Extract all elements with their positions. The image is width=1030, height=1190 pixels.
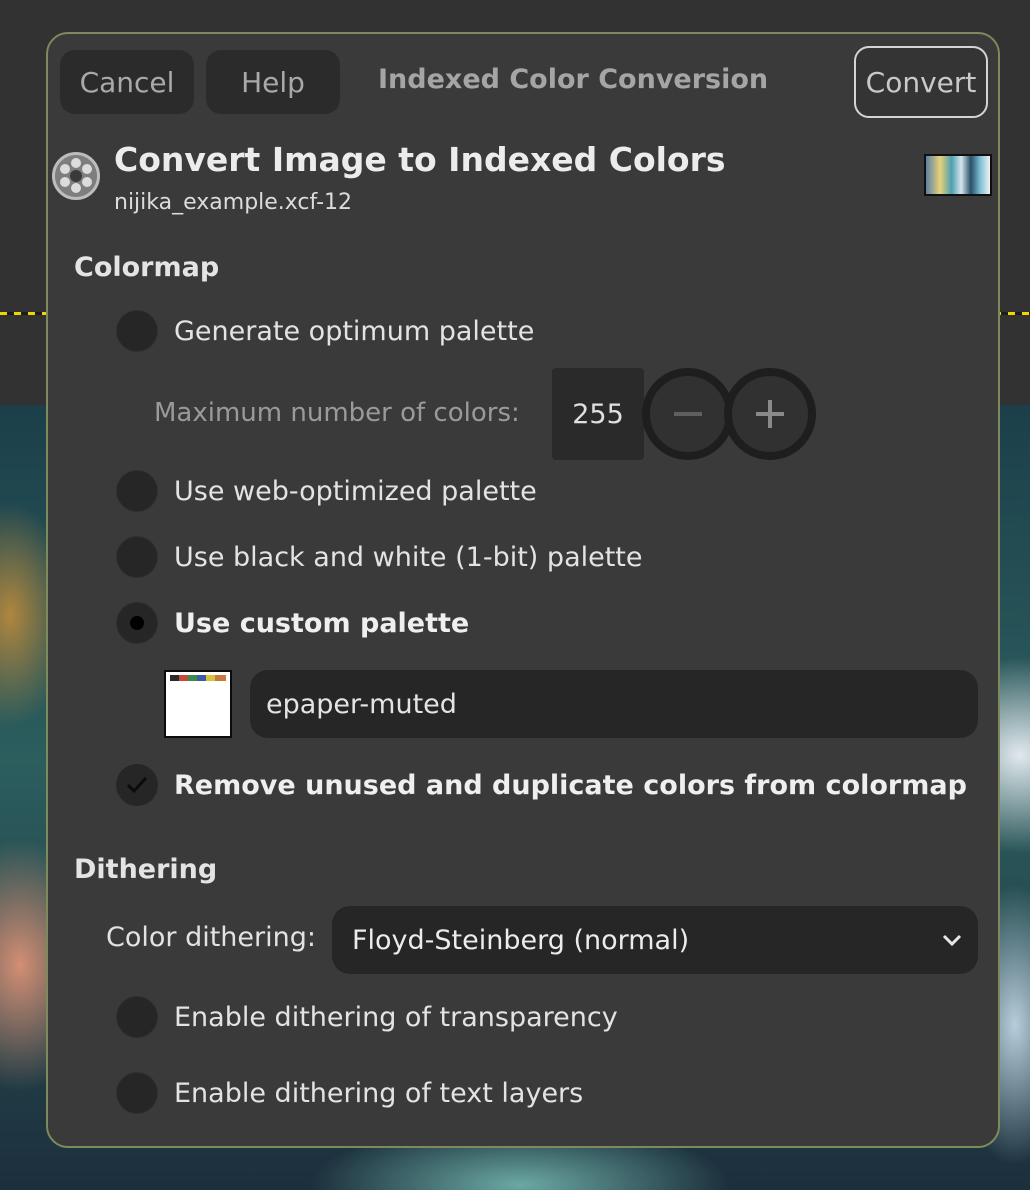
checkbox-label: Remove unused and duplicate colors from … [174, 769, 967, 801]
radio-label: Use web-optimized palette [174, 475, 537, 507]
radio-button[interactable] [116, 536, 158, 578]
radio-label: Use black and white (1-bit) palette [174, 541, 643, 573]
checkbox[interactable] [116, 1072, 158, 1114]
max-colors-input[interactable]: 255 [552, 368, 644, 460]
cancel-button[interactable]: Cancel [60, 50, 194, 114]
plus-icon [756, 400, 784, 428]
dithering-heading: Dithering [74, 854, 218, 885]
decrement-button[interactable] [642, 368, 734, 460]
minus-icon [674, 412, 702, 416]
chevron-down-icon [942, 934, 962, 947]
checkbox-dither-text-layers[interactable]: Enable dithering of text layers [116, 1072, 583, 1114]
dialog-header-title: Indexed Color Conversion [378, 64, 769, 95]
radio-button[interactable] [116, 470, 158, 512]
checkbox-dither-transparency[interactable]: Enable dithering of transparency [116, 996, 618, 1038]
radio-button-selected[interactable] [116, 602, 158, 644]
checkbox-checked[interactable] [116, 764, 158, 806]
increment-button[interactable] [724, 368, 816, 460]
image-thumbnail [924, 154, 992, 196]
palette-swatch-button[interactable] [164, 670, 232, 738]
checkbox-remove-unused[interactable]: Remove unused and duplicate colors from … [116, 764, 967, 806]
radio-generate-optimum[interactable]: Generate optimum palette [116, 310, 534, 352]
indexed-color-dialog: Cancel Help Indexed Color Conversion Con… [46, 32, 1000, 1148]
radio-black-white[interactable]: Use black and white (1-bit) palette [116, 536, 643, 578]
radio-button[interactable] [116, 310, 158, 352]
radio-label: Generate optimum palette [174, 315, 535, 347]
select-value: Floyd-Steinberg (normal) [352, 924, 690, 956]
radio-web-optimized[interactable]: Use web-optimized palette [116, 470, 537, 512]
checkmark-icon [126, 776, 148, 794]
color-dithering-select[interactable]: Floyd-Steinberg (normal) [332, 906, 978, 974]
custom-palette-field[interactable]: epaper-muted [250, 670, 978, 738]
radio-custom-palette[interactable]: Use custom palette [116, 602, 469, 644]
checkbox-label: Enable dithering of transparency [174, 1001, 618, 1033]
gimp-wilber-icon [52, 152, 100, 200]
colormap-heading: Colormap [74, 252, 220, 283]
radio-label: Use custom palette [174, 607, 470, 639]
convert-button[interactable]: Convert [854, 46, 988, 118]
color-dithering-label: Color dithering: [106, 922, 316, 953]
checkbox-label: Enable dithering of text layers [174, 1077, 584, 1109]
checkbox[interactable] [116, 996, 158, 1038]
image-filename: nijika_example.xcf-12 [114, 190, 353, 215]
help-button[interactable]: Help [206, 50, 340, 114]
max-colors-label: Maximum number of colors: [154, 398, 520, 428]
dialog-title: Convert Image to Indexed Colors [114, 140, 726, 179]
